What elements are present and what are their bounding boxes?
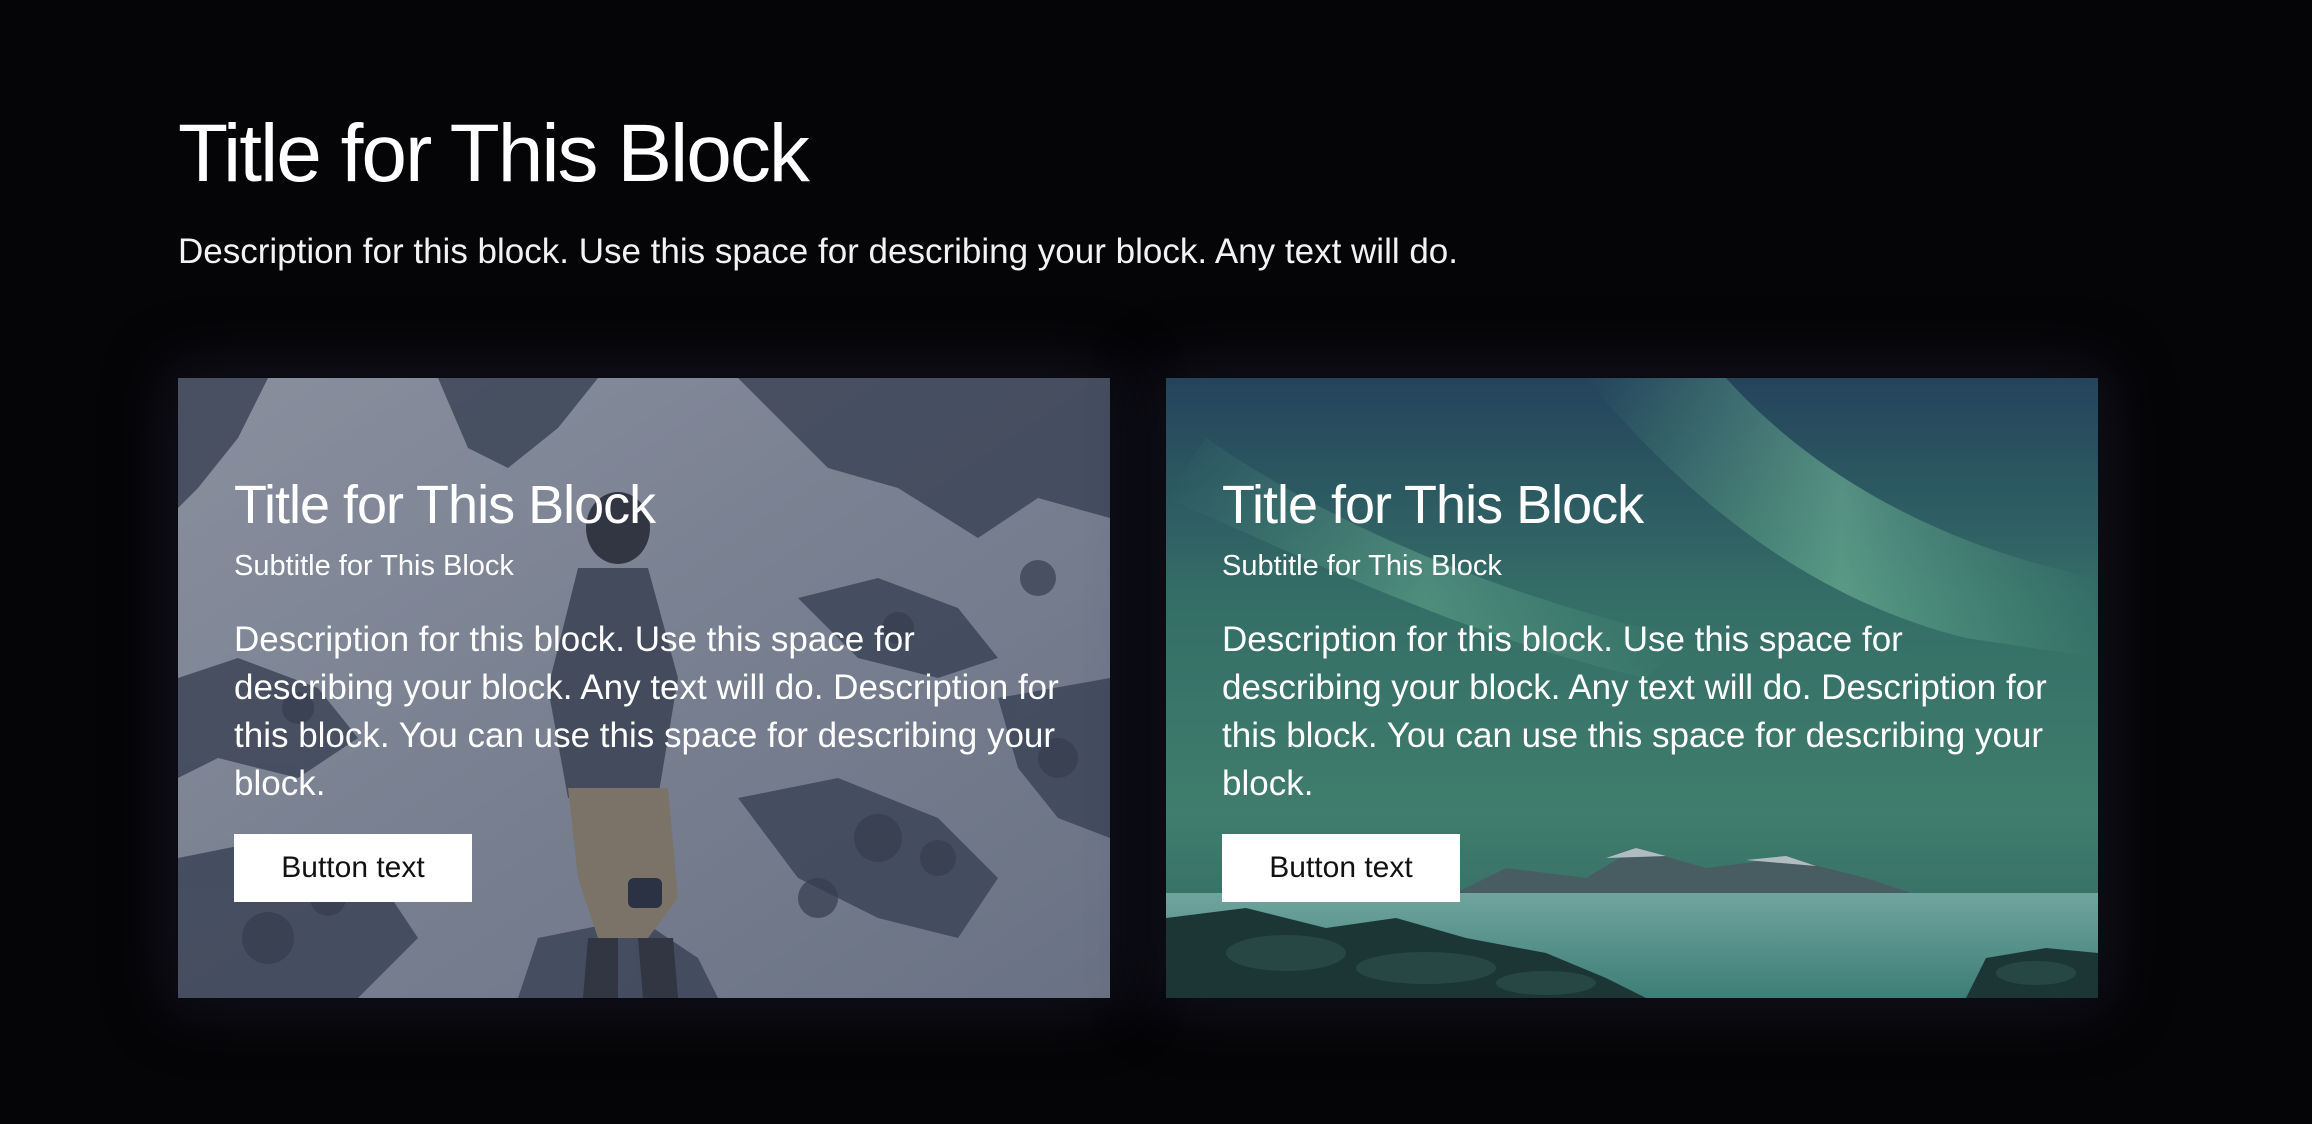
feature-card-hiker: Title for This Block Subtitle for This B… xyxy=(178,378,1110,998)
card-description: Description for this block. Use this spa… xyxy=(1222,620,2047,803)
card-content: Title for This Block Subtitle for This B… xyxy=(234,470,1074,902)
card-subtitle: Subtitle for This Block xyxy=(1222,550,1502,582)
card-button[interactable]: Button text xyxy=(1222,834,1460,902)
card-title: Title for This Block xyxy=(234,475,656,535)
card-description: Description for this block. Use this spa… xyxy=(234,620,1059,803)
card-title: Title for This Block xyxy=(1222,475,1644,535)
card-button[interactable]: Button text xyxy=(234,834,472,902)
feature-card-aurora: Title for This Block Subtitle for This B… xyxy=(1166,378,2098,998)
card-content: Title for This Block Subtitle for This B… xyxy=(1222,470,2062,902)
card-subtitle: Subtitle for This Block xyxy=(234,550,514,582)
section-description: Description for this block. Use this spa… xyxy=(178,232,1458,271)
section-title: Title for This Block xyxy=(178,108,810,199)
